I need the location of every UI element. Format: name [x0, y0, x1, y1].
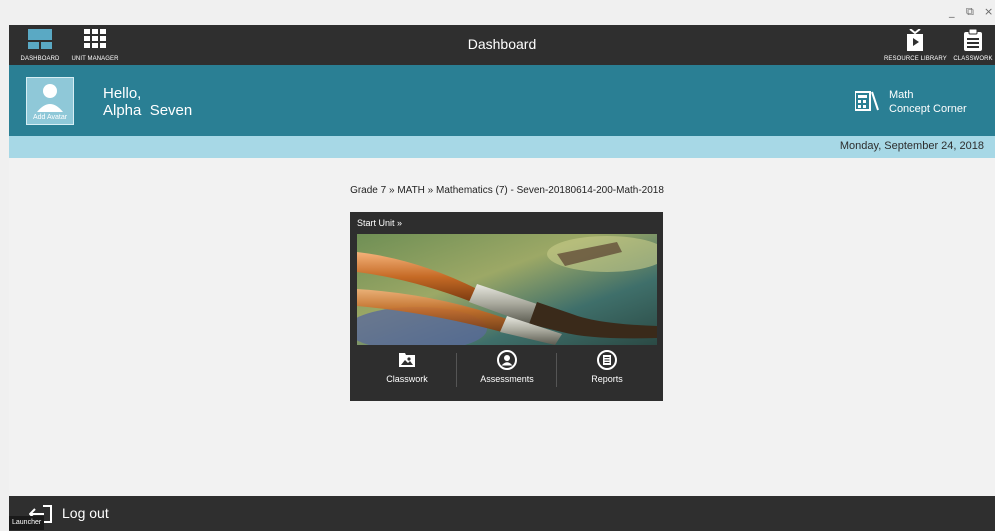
clipboard-icon	[964, 29, 982, 51]
unit-actions: Classwork Assessments Reports	[357, 348, 657, 392]
unit-card: Start Unit » Classwork Assessments Repor…	[350, 212, 663, 401]
page-title: Dashboard	[467, 36, 537, 52]
reports-icon	[597, 350, 617, 370]
main-content: Grade 7 » MATH » Mathematics (7) - Seven…	[9, 158, 995, 496]
concept-corner-text: Math Concept Corner	[889, 88, 967, 116]
minimize-button[interactable]: _	[949, 5, 955, 18]
breadcrumb: Grade 7 » MATH » Mathematics (7) - Seven…	[350, 185, 664, 196]
resource-library-nav-label: RESOURCE LIBRARY	[884, 56, 947, 62]
unit-image	[357, 234, 657, 345]
resource-library-nav-button[interactable]: RESOURCE LIBRARY	[884, 25, 947, 65]
unit-manager-nav-label: UNIT MANAGER	[71, 56, 119, 62]
reports-action-button[interactable]: Reports	[557, 348, 657, 392]
date-bar: Monday, September 24, 2018	[9, 136, 995, 158]
footer-bar: Log out	[9, 496, 995, 531]
start-unit-link[interactable]: Start Unit »	[357, 218, 402, 228]
user-name: Alpha Seven	[103, 102, 193, 119]
assessments-action-label: Assessments	[480, 374, 534, 384]
add-avatar-label: Add Avatar	[32, 114, 68, 121]
window-title-bar: _ ⧉ ×	[0, 0, 995, 25]
resource-library-icon	[907, 29, 923, 51]
logout-label: Log out	[62, 505, 109, 521]
classwork-nav-label: CLASSWORK	[953, 56, 993, 62]
add-avatar-button[interactable]: Add Avatar	[26, 77, 74, 125]
concept-title: Concept Corner	[889, 103, 967, 115]
app-window: DASHBOARD UNIT MANAGER Dashboard RESOURC…	[9, 25, 995, 531]
reports-action-label: Reports	[591, 374, 623, 384]
classwork-action-button[interactable]: Classwork	[357, 348, 457, 392]
close-button[interactable]: ×	[984, 5, 993, 18]
assessments-icon	[497, 350, 517, 370]
greeting-text: Hello,	[103, 85, 142, 102]
current-date: Monday, September 24, 2018	[839, 140, 984, 152]
concept-subject: Math	[889, 89, 914, 101]
restore-button[interactable]: ⧉	[966, 5, 974, 19]
launcher-button[interactable]: Launcher	[9, 516, 45, 530]
greeting: Hello, Alpha Seven	[103, 85, 192, 119]
paintbrush-image	[357, 234, 657, 345]
calculator-icon	[855, 91, 879, 111]
assessments-action-button[interactable]: Assessments	[457, 348, 557, 392]
classwork-nav-button[interactable]: CLASSWORK	[951, 25, 995, 65]
classwork-icon	[399, 353, 415, 367]
dashboard-nav-label: DASHBOARD	[20, 56, 60, 62]
welcome-header: Add Avatar Hello, Alpha Seven Math Conce…	[9, 65, 995, 136]
top-nav: DASHBOARD UNIT MANAGER Dashboard RESOURC…	[9, 25, 995, 65]
window-edge	[0, 25, 9, 531]
classwork-action-label: Classwork	[386, 374, 428, 384]
math-concept-corner-button[interactable]: Math Concept Corner	[851, 88, 991, 122]
